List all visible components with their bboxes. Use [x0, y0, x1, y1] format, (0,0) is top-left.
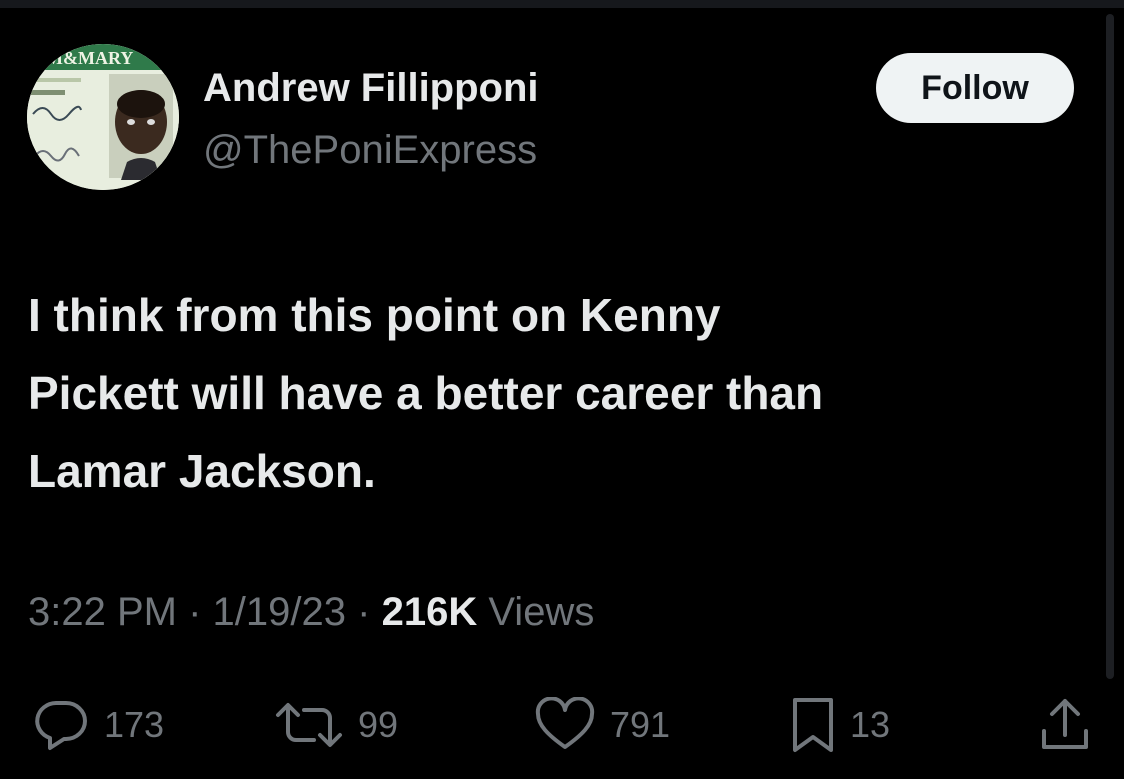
scrollbar[interactable]: [1106, 14, 1114, 679]
views-count: 216K: [381, 590, 478, 634]
bookmark-button[interactable]: 13: [790, 690, 890, 760]
avatar-image: AM&MARY: [27, 44, 179, 190]
bookmark-icon: [793, 698, 833, 752]
heart-icon: [535, 697, 595, 749]
follow-button[interactable]: Follow: [876, 53, 1074, 123]
tweet-time[interactable]: 3:22 PM: [28, 590, 177, 634]
meta-separator: ·: [357, 590, 371, 634]
like-count: 791: [610, 704, 671, 745]
views-label: Views: [488, 590, 595, 634]
share-icon: [1042, 699, 1088, 749]
repost-button[interactable]: 99: [274, 690, 398, 760]
meta-separator: ·: [188, 590, 202, 634]
repost-icon: [276, 703, 342, 747]
author-handle[interactable]: @ThePoniExpress: [203, 128, 537, 173]
tweet-text: I think from this point on Kenny Pickett…: [28, 276, 1088, 510]
reply-icon: [35, 701, 87, 750]
tweet-text-line: Pickett will have a better career than: [28, 367, 824, 419]
avatar-card-text: AM&MARY: [33, 48, 133, 68]
tweet-date[interactable]: 1/19/23: [213, 590, 346, 634]
like-button[interactable]: 791: [534, 690, 670, 760]
reply-button[interactable]: 173: [30, 690, 164, 760]
tweet-text-line: I think from this point on Kenny: [28, 289, 721, 341]
author-name[interactable]: Andrew Fillipponi: [203, 66, 539, 111]
top-bar: [0, 0, 1124, 8]
reply-count: 173: [104, 704, 165, 745]
tweet-text-line: Lamar Jackson.: [28, 445, 376, 497]
action-bar: 173 99 791 13: [0, 690, 1124, 760]
bookmark-count: 13: [850, 704, 891, 745]
repost-count: 99: [358, 704, 399, 745]
avatar[interactable]: AM&MARY: [27, 44, 179, 190]
tweet-meta: 3:22 PM · 1/19/23 · 216K Views: [28, 590, 594, 635]
share-button[interactable]: [1038, 690, 1092, 760]
